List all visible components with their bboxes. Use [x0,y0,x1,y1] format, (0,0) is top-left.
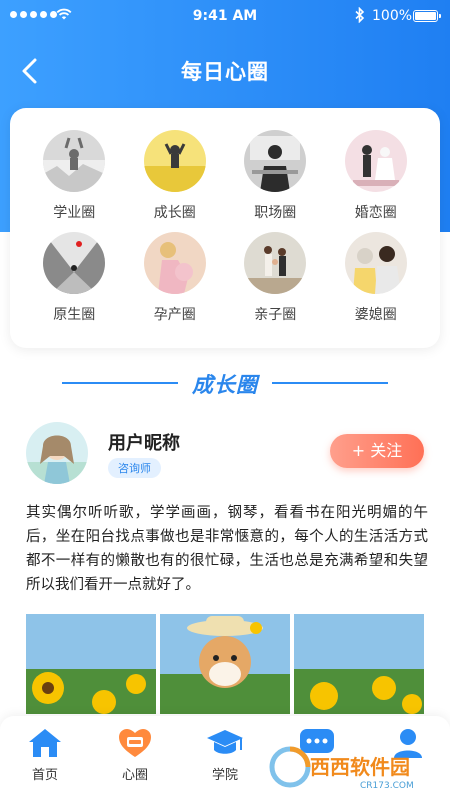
circle-label: 亲子圈 [254,307,297,323]
circle-avatar [143,232,206,294]
section-header: 成长圈 [0,368,450,398]
navigation-bar: 每日心圈 [0,40,450,100]
circle-avatar [344,232,407,294]
circle-avatar [43,232,106,294]
graduation-cap-icon [207,730,243,754]
home-icon [29,729,61,757]
circle-item-pregnancy[interactable]: 孕产圈 [125,232,226,330]
circle-avatar [43,130,106,192]
circle-item-workplace[interactable]: 职场圈 [225,130,326,228]
user-nickname: 用户昵称 [108,433,180,454]
post-photo[interactable] [26,614,156,714]
circle-avatar [344,130,407,192]
post-content: 其实偶尔听听歌，学学画画，钢琴，看看书在阳光明媚的午后，坐在阳台找点事做也是非常… [26,505,428,593]
post-photo[interactable] [294,614,424,714]
circle-label: 成长圈 [153,205,196,221]
status-bar: 9:41 AM 100% [0,0,450,32]
battery-icon [413,10,441,22]
tab-label: 心圈 [121,768,148,783]
post-photos [26,614,424,714]
follow-button[interactable]: + 关注 [330,434,424,468]
circle-label: 职场圈 [254,205,297,221]
circle-label: 孕产圈 [153,307,196,323]
circle-label: 婆媳圈 [354,307,397,323]
circle-item-study[interactable]: 学业圈 [24,130,125,228]
tab-label: 学院 [211,768,238,783]
circle-label: 原生圈 [53,307,96,323]
tab-home[interactable]: 首页 [15,728,75,783]
circles-grid: 学业圈 成长圈 职场圈 婚恋圈 原生圈 孕产圈 亲子圈 婆媳圈 [10,130,440,330]
role-badge: 咨询师 [108,458,161,478]
post-author: 用户昵称 咨询师 + 关注 [26,420,426,490]
circle-label: 学业圈 [53,205,96,221]
circle-label: 婚恋圈 [354,205,397,221]
watermark-name: 西西软件园 [310,755,410,779]
circle-avatar [244,130,307,192]
circles-card: 学业圈 成长圈 职场圈 婚恋圈 原生圈 孕产圈 亲子圈 婆媳圈 [10,108,440,348]
circle-avatar [244,232,307,294]
section-title: 成长圈 [192,373,258,397]
circle-item-parenting[interactable]: 亲子圈 [225,232,326,330]
tab-academy[interactable]: 学院 [195,728,255,783]
circle-item-love[interactable]: 婚恋圈 [326,130,427,228]
post-photo[interactable] [160,614,290,714]
tab-circles[interactable]: 心圈 [105,728,165,783]
circle-item-in-laws[interactable]: 婆媳圈 [326,232,427,330]
watermark-domain: CR173.COM [360,781,414,791]
avatar[interactable] [26,422,88,484]
page-title: 每日心圈 [181,60,269,84]
bluetooth-icon [355,7,365,23]
circle-item-growth[interactable]: 成长圈 [125,130,226,228]
site-watermark: 西西软件园 CR173.COM [269,746,414,791]
tab-label: 首页 [31,768,58,783]
circle-item-origin-family[interactable]: 原生圈 [24,232,125,330]
battery-percent: 100% [372,8,413,24]
chat-icon [119,729,151,757]
section-divider-right [272,382,388,384]
circle-avatar [143,130,206,192]
